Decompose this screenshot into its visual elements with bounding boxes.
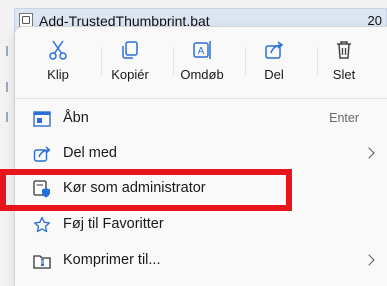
delete-button[interactable]: Slet <box>311 35 377 87</box>
menu-item-label: Åbn <box>63 110 89 126</box>
highlight-box <box>0 169 292 211</box>
copy-button[interactable]: Kopiér <box>97 35 163 87</box>
menu-item-share-with[interactable]: Del med <box>21 137 383 171</box>
share-with-icon <box>33 145 51 163</box>
cut-button[interactable]: Klip <box>25 35 91 87</box>
menu-item-add-favorites[interactable]: Føj til Favoritter <box>21 208 383 242</box>
chevron-right-icon <box>363 254 375 266</box>
trash-icon <box>333 39 355 61</box>
zip-icon <box>33 252 51 270</box>
menu-item-label: Del med <box>63 145 117 161</box>
menu-item-label: Føj til Favoritter <box>63 216 164 232</box>
context-menu: Klip Kopiér A Omdøb Del Slet Åbn Enter D… <box>14 26 387 286</box>
background-strip <box>0 32 14 283</box>
context-menu-toolbar: Klip Kopiér A Omdøb Del Slet <box>15 27 387 93</box>
scissors-icon <box>47 39 69 61</box>
menu-divider <box>15 98 387 99</box>
menu-item-open[interactable]: Åbn Enter <box>21 102 383 136</box>
menu-item-label: Komprimer til... <box>63 252 161 268</box>
delete-label: Slet <box>332 67 356 82</box>
rename-icon: A <box>191 39 213 61</box>
svg-text:A: A <box>198 46 205 57</box>
share-label: Del <box>264 67 284 82</box>
chevron-right-icon <box>363 147 375 159</box>
open-icon <box>33 110 51 128</box>
star-icon <box>33 216 51 234</box>
rename-button[interactable]: A Omdøb <box>169 35 235 87</box>
menu-item-compress[interactable]: Komprimer til... <box>21 244 383 278</box>
copy-icon <box>119 39 141 61</box>
copy-label: Kopiér <box>111 67 149 82</box>
share-icon <box>263 39 285 61</box>
share-button[interactable]: Del <box>241 35 307 87</box>
rename-label: Omdøb <box>180 67 224 82</box>
batch-file-icon <box>19 13 33 27</box>
shortcut-text: Enter <box>329 111 359 125</box>
cut-label: Klip <box>47 67 69 82</box>
